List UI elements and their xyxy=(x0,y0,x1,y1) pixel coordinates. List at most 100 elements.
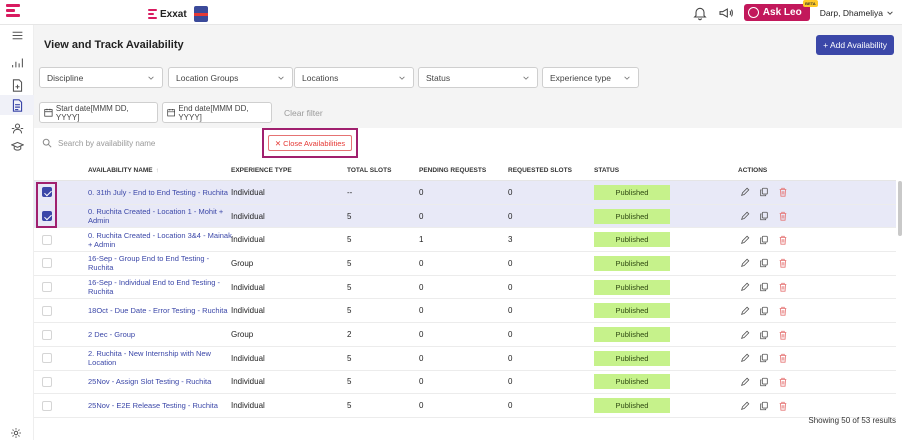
sort-up-icon[interactable]: ↑ xyxy=(156,167,159,174)
search-input[interactable]: Search by availability name xyxy=(58,139,155,148)
user-name: Darp, Dhameliya xyxy=(819,7,883,18)
row-checkbox[interactable] xyxy=(42,234,52,245)
end-date-placeholder: End date[MMM DD, YYYY] xyxy=(178,103,249,122)
edit-pencil-icon[interactable] xyxy=(740,401,750,411)
availability-name-link[interactable]: 18Oct - Due Date - Error Testing - Ruchi… xyxy=(88,306,234,315)
table-row[interactable]: 0. 31th July - End to End Testing - Ruch… xyxy=(34,181,896,205)
menu-brand-icon[interactable] xyxy=(6,4,20,20)
edit-pencil-icon[interactable] xyxy=(740,306,750,316)
graduation-cap-icon[interactable] xyxy=(9,138,25,154)
edit-pencil-icon[interactable] xyxy=(740,330,750,340)
table-row[interactable]: 0. Ruchita Created - Location 1 - Mohit … xyxy=(34,204,896,229)
copy-icon[interactable] xyxy=(759,282,769,292)
experience-type-filter[interactable]: Experience type xyxy=(542,67,639,88)
chevron-down-icon xyxy=(887,10,893,15)
copy-icon[interactable] xyxy=(759,187,769,197)
people-icon[interactable] xyxy=(9,120,25,136)
copy-icon[interactable] xyxy=(759,306,769,316)
availability-name-link[interactable]: 16-Sep - Individual End to End Testing -… xyxy=(88,278,234,296)
delete-trash-icon[interactable] xyxy=(778,353,788,363)
col-actions: ACTIONS xyxy=(738,167,768,174)
analytics-icon[interactable] xyxy=(9,54,25,70)
availability-name-link[interactable]: 0. Ruchita Created - Location 3&4 - Main… xyxy=(88,231,234,249)
availability-name-link[interactable]: 2 Dec - Group xyxy=(88,330,234,339)
delete-trash-icon[interactable] xyxy=(778,330,788,340)
settings-gear-icon[interactable] xyxy=(10,427,22,439)
table-row[interactable]: 25Nov - E2E Release Testing - Ruchita Ind… xyxy=(34,394,896,418)
row-checkbox[interactable] xyxy=(42,400,52,411)
user-menu[interactable]: Darp, Dhameliya xyxy=(820,8,894,18)
table-row[interactable]: 0. Ruchita Created - Location 3&4 - Main… xyxy=(34,228,896,253)
requested-slots: 0 xyxy=(508,187,513,197)
row-checkbox[interactable] xyxy=(42,282,52,293)
megaphone-icon[interactable] xyxy=(718,5,734,21)
edit-pencil-icon[interactable] xyxy=(740,282,750,292)
row-checkbox[interactable] xyxy=(42,376,52,387)
copy-icon[interactable] xyxy=(759,377,769,387)
end-date-field[interactable]: End date[MMM DD, YYYY] xyxy=(162,102,272,123)
locations-filter[interactable]: Locations xyxy=(294,67,414,88)
status-badge: Published xyxy=(594,208,670,224)
ask-leo-button[interactable]: Ask Leo BETA xyxy=(743,0,818,21)
delete-trash-icon[interactable] xyxy=(778,258,788,269)
delete-trash-icon[interactable] xyxy=(778,377,788,387)
delete-trash-icon[interactable] xyxy=(778,282,788,292)
row-checkbox[interactable] xyxy=(42,329,52,340)
table-row[interactable]: 2. Ruchita - New Internship with New Loc… xyxy=(34,347,896,371)
bell-icon[interactable] xyxy=(692,5,708,21)
edit-pencil-icon[interactable] xyxy=(740,377,750,387)
edit-pencil-icon[interactable] xyxy=(740,235,750,245)
copy-icon[interactable] xyxy=(759,353,769,363)
hamburger-icon[interactable] xyxy=(9,27,25,43)
search-bar[interactable]: Search by availability name xyxy=(42,138,155,148)
beta-badge: BETA xyxy=(803,0,818,7)
table-row[interactable]: 16-Sep - Individual End to End Testing -… xyxy=(34,276,896,300)
availability-nav-icon[interactable] xyxy=(0,95,34,115)
status-filter[interactable]: Status xyxy=(418,67,538,88)
location-groups-filter[interactable]: Location Groups xyxy=(168,67,293,88)
delete-trash-icon[interactable] xyxy=(778,211,788,221)
availability-name-link[interactable]: 16-Sep - Group End to End Testing - Ruch… xyxy=(88,254,234,272)
copy-icon[interactable] xyxy=(759,330,769,340)
row-checkbox[interactable] xyxy=(42,353,52,364)
edit-pencil-icon[interactable] xyxy=(740,211,750,221)
document-plus-icon[interactable] xyxy=(9,77,25,93)
delete-trash-icon[interactable] xyxy=(778,235,788,245)
row-actions xyxy=(740,347,788,370)
row-checkbox[interactable] xyxy=(42,305,52,316)
table-row[interactable]: 2 Dec - Group Group 2 0 0 Published xyxy=(34,323,896,347)
row-checkbox[interactable] xyxy=(42,258,52,269)
start-date-field[interactable]: Start date[MMM DD, YYYY] xyxy=(39,102,158,123)
availability-name-link[interactable]: 25Nov - Assign Slot Testing - Ruchita xyxy=(88,377,234,386)
availability-name-link[interactable]: 25Nov - E2E Release Testing - Ruchita xyxy=(88,401,234,410)
delete-trash-icon[interactable] xyxy=(778,306,788,316)
copy-icon[interactable] xyxy=(759,211,769,221)
edit-pencil-icon[interactable] xyxy=(740,187,750,197)
table-row[interactable]: 18Oct - Due Date - Error Testing - Ruchi… xyxy=(34,300,896,324)
table-row[interactable]: 16-Sep - Group End to End Testing - Ruch… xyxy=(34,252,896,276)
availability-table-panel: Search by availability name ✕ Close Avai… xyxy=(34,128,902,440)
leo-icon xyxy=(747,7,759,18)
availability-name-link[interactable]: 2. Ruchita - New Internship with New Loc… xyxy=(88,349,234,367)
table-row[interactable]: 25Nov - Assign Slot Testing - Ruchita Ind… xyxy=(34,371,896,395)
copy-icon[interactable] xyxy=(759,235,769,245)
availability-name-link[interactable]: 0. Ruchita Created - Location 1 - Mohit … xyxy=(88,207,234,225)
edit-pencil-icon[interactable] xyxy=(740,258,750,268)
add-availability-button[interactable]: + Add Availability xyxy=(816,35,894,55)
experience-type-label: Experience type xyxy=(550,72,611,83)
delete-trash-icon[interactable] xyxy=(778,401,788,411)
copy-icon[interactable] xyxy=(759,258,769,268)
scrollbar[interactable] xyxy=(898,181,902,236)
col-availability-name[interactable]: AVAILABILITY NAME ↑ xyxy=(88,167,159,174)
delete-trash-icon[interactable] xyxy=(778,187,788,197)
copy-icon[interactable] xyxy=(759,401,769,411)
table-header: AVAILABILITY NAME ↑ EXPERIENCE TYPE TOTAL… xyxy=(34,161,896,181)
edit-pencil-icon[interactable] xyxy=(740,353,750,363)
clear-filter-link[interactable]: Clear filter xyxy=(284,108,323,118)
exxat-e-icon xyxy=(148,8,157,20)
discipline-filter[interactable]: Discipline xyxy=(39,67,163,88)
availability-name-link[interactable]: 0. 31th July - End to End Testing - Ruch… xyxy=(88,188,234,197)
chevron-down-icon xyxy=(148,76,154,80)
close-availabilities-button[interactable]: ✕ Close Availabilities xyxy=(268,135,352,151)
total-slots: 5 xyxy=(347,401,352,411)
